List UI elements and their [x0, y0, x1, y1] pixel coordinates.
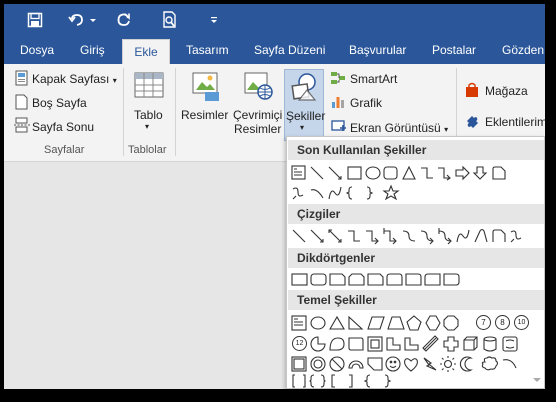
word-window: Dosya Giriş Ekle Tasarım Sayfa Düzeni Ba… — [4, 4, 545, 389]
heptagon-7-shape[interactable]: 7 — [476, 315, 491, 330]
redo-icon[interactable] — [114, 8, 134, 32]
basic-shapes-icons-3[interactable] — [290, 354, 530, 374]
cover-page-button[interactable]: Kapak Sayfası ▾ — [32, 72, 117, 86]
online-pictures-label-line1: Çevrimiçi — [233, 108, 283, 122]
smartart-button[interactable]: SmartArt — [350, 72, 397, 86]
screenshot-button[interactable]: Ekran Görüntüsü ▾ — [350, 121, 448, 135]
store-button[interactable]: Mağaza — [485, 84, 528, 98]
octagon-8-shape[interactable]: 8 — [495, 315, 510, 330]
print-preview-icon[interactable] — [160, 8, 180, 32]
save-icon[interactable] — [24, 8, 46, 32]
online-pictures-button[interactable]: Çevrimiçi Resimler — [233, 108, 282, 136]
tables-group-label: Tablolar — [128, 144, 167, 156]
chevron-down-icon: ▾ — [112, 76, 117, 85]
online-pictures-icon — [244, 72, 274, 105]
line-shapes-icons[interactable] — [290, 227, 530, 245]
quick-access-toolbar — [4, 4, 545, 36]
shapes-icon — [290, 72, 320, 105]
decagon-10-shape[interactable]: 10 — [514, 315, 529, 330]
tab-ekle[interactable]: Ekle — [122, 39, 170, 64]
screenshot-label: Ekran Görüntüsü — [350, 121, 441, 135]
smartart-icon — [330, 71, 346, 88]
tab-postalar[interactable]: Postalar — [432, 36, 476, 64]
tab-sayfa-duzeni[interactable]: Sayfa Düzeni — [254, 36, 325, 64]
recent-shapes-icons-2[interactable] — [290, 184, 410, 202]
shapes-gallery: Son Kullanılan Şekiller Çizgiler Dikdört… — [286, 136, 545, 389]
tab-giris[interactable]: Giriş — [80, 36, 105, 64]
basic-shapes-icons-1[interactable] — [290, 313, 530, 333]
cover-page-label: Kapak Sayfası — [32, 72, 110, 86]
tab-gozden[interactable]: Gözden — [502, 36, 544, 64]
chevron-down-icon: ▾ — [300, 123, 305, 132]
table-icon — [134, 72, 164, 101]
basic-shapes-icons-2[interactable] — [290, 334, 530, 354]
chart-button[interactable]: Grafik — [350, 96, 382, 110]
my-addins-icon — [465, 114, 480, 132]
online-pictures-label-line2: Resimler — [234, 122, 282, 136]
shapes-label: Şekiller — [286, 109, 326, 123]
rectangles-header: Dikdörtgenler — [288, 248, 544, 268]
shapes-button[interactable]: Şekiller ▾ — [284, 69, 326, 141]
recent-shapes-header: Son Kullanılan Şekiller — [288, 140, 544, 160]
basic-shapes-icons-4[interactable] — [290, 374, 410, 388]
screenshot-icon — [331, 120, 347, 137]
store-icon — [465, 82, 479, 101]
recent-shapes-icons[interactable] — [290, 164, 520, 182]
customize-qat-icon[interactable] — [207, 8, 221, 32]
page-break-button[interactable]: Sayfa Sonu — [32, 120, 94, 134]
rectangle-shapes-icons[interactable] — [290, 270, 470, 288]
cover-page-icon — [15, 70, 29, 89]
tab-tasarim[interactable]: Tasarım — [186, 36, 229, 64]
table-button[interactable]: Tablo — [134, 108, 163, 122]
pages-group-label: Sayfalar — [44, 144, 85, 156]
blank-page-icon — [15, 94, 29, 113]
group-separator — [175, 68, 176, 156]
chart-icon — [331, 95, 345, 112]
group-separator — [123, 68, 124, 156]
chevron-down-icon: ▾ — [444, 125, 449, 134]
page-break-icon — [13, 117, 31, 136]
pictures-button[interactable]: Resimler — [181, 108, 228, 122]
tab-basvurular[interactable]: Başvurular — [349, 36, 406, 64]
pictures-icon — [192, 72, 220, 105]
chevron-down-icon: ▾ — [145, 122, 150, 131]
my-addins-button[interactable]: Eklentilerim — [485, 115, 545, 129]
undo-icon[interactable] — [66, 8, 100, 32]
scroll-down-icon[interactable] — [532, 374, 542, 384]
blank-page-button[interactable]: Boş Sayfa — [32, 96, 87, 110]
lines-header: Çizgiler — [288, 204, 544, 224]
ribbon-tabs: Dosya Giriş Ekle Tasarım Sayfa Düzeni Ba… — [4, 36, 545, 64]
tab-dosya[interactable]: Dosya — [20, 36, 54, 64]
basic-shapes-header: Temel Şekiller — [288, 290, 544, 310]
